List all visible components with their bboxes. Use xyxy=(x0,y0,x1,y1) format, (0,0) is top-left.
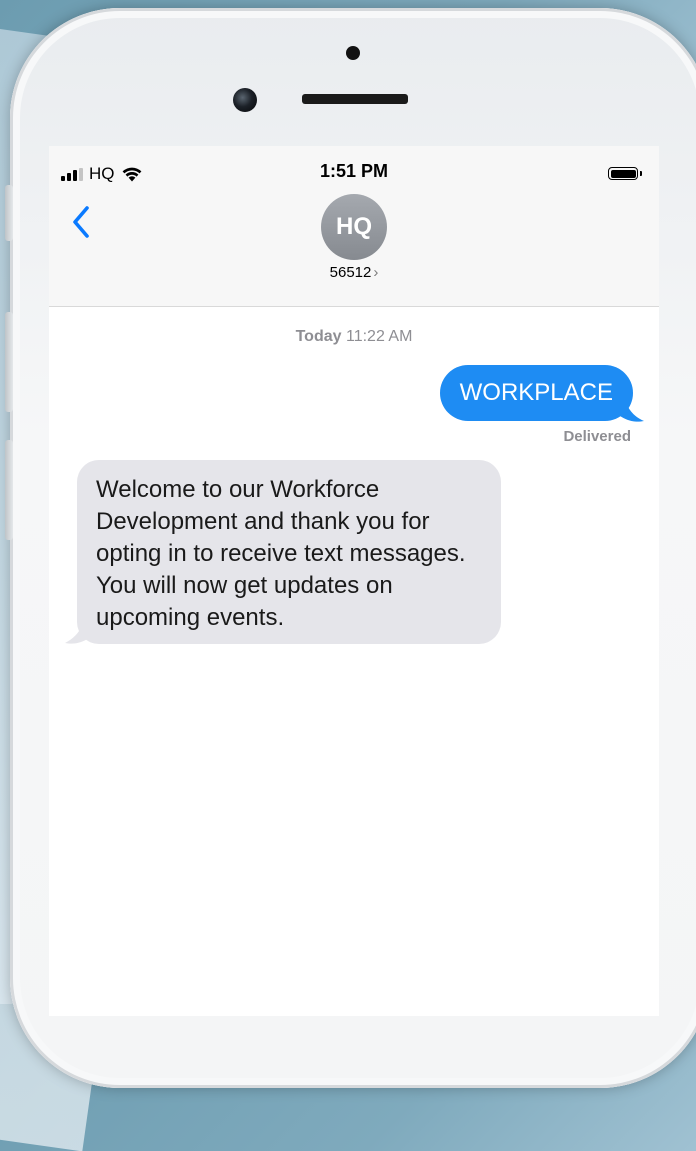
phone-volume-down-button xyxy=(5,440,13,540)
battery-icon xyxy=(608,167,638,180)
proximity-sensor xyxy=(346,46,360,60)
message-timestamp: Today 11:22 AM xyxy=(49,328,659,346)
conversation-header: HQ 1:51 PM HQ 56512 › xyxy=(49,146,659,307)
status-time: 1:51 PM xyxy=(319,161,389,181)
front-camera xyxy=(233,88,257,112)
contact-details-link[interactable]: 56512 › xyxy=(49,264,659,281)
phone-volume-up-button xyxy=(5,312,13,412)
sent-message-bubble[interactable]: WORKPLACE xyxy=(439,365,633,421)
timestamp-day: Today xyxy=(295,328,342,345)
delivery-status: Delivered xyxy=(563,428,631,445)
received-message-bubble[interactable]: Welcome to our Workforce Development and… xyxy=(77,460,501,644)
phone-mute-switch xyxy=(5,185,13,241)
received-message-text: Welcome to our Workforce Development and… xyxy=(96,476,466,631)
contact-avatar[interactable]: HQ xyxy=(321,194,387,260)
contact-number: 56512 xyxy=(329,264,372,281)
back-chevron-icon[interactable] xyxy=(67,202,97,242)
sent-message-text: WORKPLACE xyxy=(459,379,613,406)
timestamp-time: 11:22 AM xyxy=(345,328,413,345)
phone-screen: HQ 1:51 PM HQ 56512 › Today 11:22 AM WORK… xyxy=(49,146,659,1016)
earpiece-speaker xyxy=(302,94,408,104)
battery-tip xyxy=(640,171,642,176)
avatar-initials: HQ xyxy=(336,213,372,240)
chevron-right-icon: › xyxy=(373,264,379,281)
